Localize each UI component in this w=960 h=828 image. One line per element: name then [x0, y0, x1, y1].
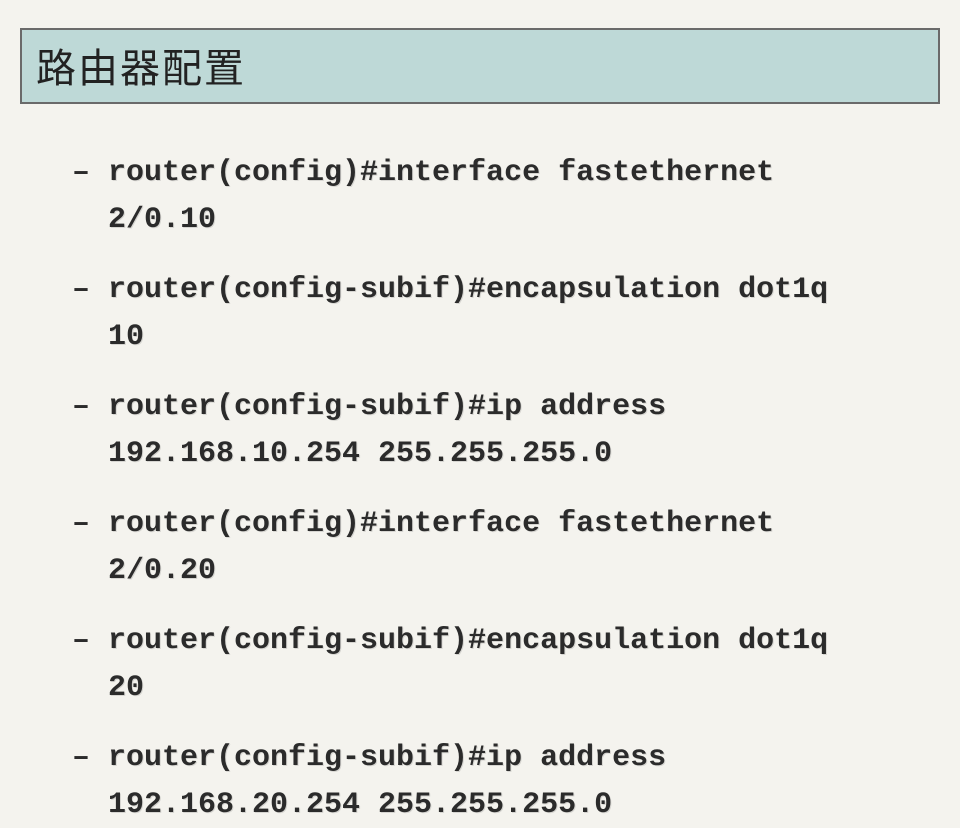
command-list: – router(config)#interface fastethernet … [54, 150, 880, 828]
bullet-dash: – [54, 150, 108, 197]
bullet-dash: – [54, 384, 108, 431]
bullet-dash: – [54, 735, 108, 782]
command-text: router(config-subif)#encapsulation dot1q… [108, 618, 880, 711]
list-item: – router(config-subif)#ip address 192.16… [54, 735, 880, 828]
command-text: router(config)#interface fastethernet 2/… [108, 150, 880, 243]
command-text: router(config-subif)#ip address 192.168.… [108, 735, 880, 828]
command-text: router(config-subif)#encapsulation dot1q… [108, 267, 880, 360]
slide-title-bar: 路由器配置 [20, 28, 940, 104]
list-item: – router(config-subif)#encapsulation dot… [54, 267, 880, 360]
list-item: – router(config-subif)#encapsulation dot… [54, 618, 880, 711]
command-text: router(config-subif)#ip address 192.168.… [108, 384, 880, 477]
bullet-dash: – [54, 267, 108, 314]
slide-title: 路由器配置 [36, 46, 246, 91]
list-item: – router(config-subif)#ip address 192.16… [54, 384, 880, 477]
list-item: – router(config)#interface fastethernet … [54, 501, 880, 594]
list-item: – router(config)#interface fastethernet … [54, 150, 880, 243]
bullet-dash: – [54, 618, 108, 665]
command-text: router(config)#interface fastethernet 2/… [108, 501, 880, 594]
bullet-dash: – [54, 501, 108, 548]
